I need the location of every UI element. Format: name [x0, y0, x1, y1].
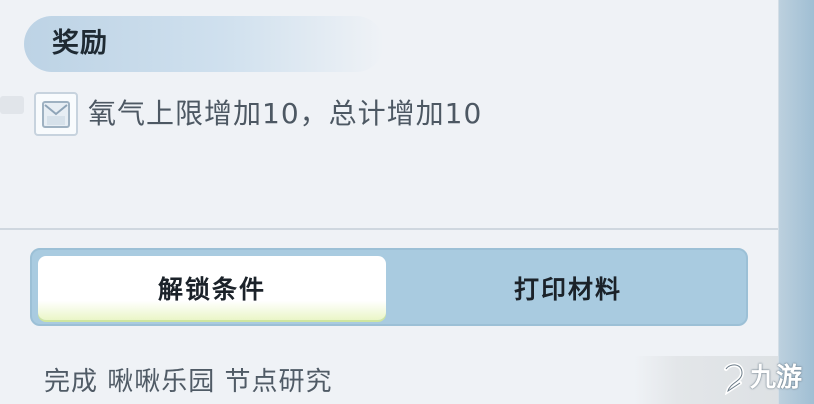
- jiuyou-logo-icon: [724, 362, 745, 395]
- detail-panel: 奖励 氧气上限增加10，总计增加10 解锁条件 打印材料 完成 啾啾乐园 节点研…: [0, 0, 778, 404]
- watermark: 九游: [720, 360, 802, 396]
- section-divider: [0, 228, 778, 230]
- tab-bar: 解锁条件 打印材料: [30, 248, 748, 326]
- unlock-condition-text: 完成 啾啾乐园 节点研究: [44, 367, 333, 397]
- watermark-text: 九游: [750, 363, 803, 393]
- side-strip: [778, 0, 814, 404]
- reward-item-text: 氧气上限增加10，总计增加10: [88, 97, 483, 130]
- reward-section-title: 奖励: [52, 28, 108, 59]
- faded-background-mark: [0, 96, 24, 114]
- tab-print-materials[interactable]: 打印材料: [390, 256, 746, 320]
- oxygen-tank-icon: [34, 92, 78, 136]
- tab-unlock-conditions[interactable]: 解锁条件: [38, 256, 386, 320]
